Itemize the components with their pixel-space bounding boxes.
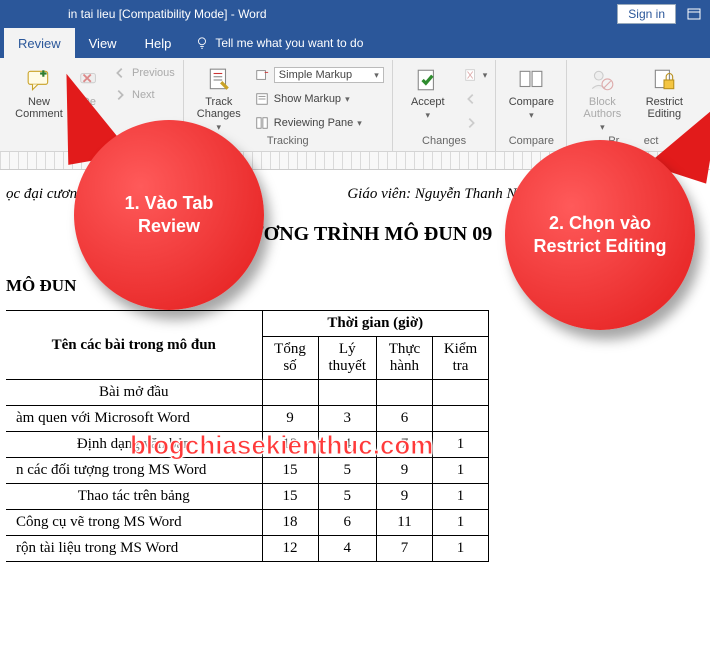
next-change-button[interactable] — [461, 112, 490, 134]
table-row: àm quen với Microsoft Word936 — [6, 406, 488, 432]
content-table: Tên các bài trong mô đun Thời gian (giờ)… — [6, 310, 489, 562]
annotation-callout-2: 2. Chọn vào Restrict Editing — [505, 140, 695, 330]
previous-change-icon — [463, 91, 479, 107]
previous-change-button[interactable] — [461, 88, 490, 110]
reject-button[interactable]: ▾ — [461, 64, 490, 86]
doc-header-right: Giáo viên: Nguyễn Thanh Ng — [347, 186, 524, 203]
tell-me-search[interactable]: Tell me what you want to do — [185, 28, 373, 58]
chevron-down-icon: ▾ — [426, 110, 431, 121]
chevron-down-icon: ▾ — [357, 118, 362, 129]
tab-help[interactable]: Help — [131, 28, 186, 58]
chevron-down-icon: ▾ — [529, 110, 534, 121]
next-change-icon — [463, 115, 479, 131]
table-row: Thao tác trên bảng15591 — [6, 484, 488, 510]
chevron-down-icon: ▾ — [217, 122, 222, 133]
block-authors-icon — [588, 66, 616, 94]
show-markup-button[interactable]: Show Markup ▾ — [252, 88, 386, 110]
reject-icon — [463, 67, 479, 83]
markup-mode-select[interactable]: Simple Markup▾ — [252, 64, 386, 86]
doc-header-left: ọc đại cương — [6, 186, 85, 203]
group-label-compare: Compare — [502, 135, 560, 149]
group-compare: Compare ▾ Compare — [496, 60, 567, 151]
compare-button[interactable]: Compare ▾ — [502, 62, 560, 121]
track-changes-icon — [205, 66, 233, 94]
show-markup-icon — [254, 91, 270, 107]
th-theory: Lý thuyết — [318, 337, 376, 380]
chevron-down-icon: ▾ — [374, 70, 379, 81]
sign-in-button[interactable]: Sign in — [617, 4, 676, 24]
chevron-down-icon: ▾ — [345, 94, 350, 105]
group-changes: Accept ▾ ▾ Changes — [393, 60, 497, 151]
tab-view[interactable]: View — [75, 28, 131, 58]
th-total: Tổng số — [262, 337, 318, 380]
new-comment-label: New Comment — [15, 96, 63, 120]
reviewing-pane-button[interactable]: Reviewing Pane ▾ — [252, 112, 386, 134]
annotation-callout-1: 1. Vào Tab Review — [74, 120, 264, 310]
track-changes-button[interactable]: Track Changes ▾ — [190, 62, 248, 133]
accept-button[interactable]: Accept ▾ — [399, 62, 457, 121]
table-row: Bài mở đầu — [6, 380, 488, 406]
chevron-down-icon: ▾ — [600, 122, 605, 133]
window-title: in tai lieu [Compatibility Mode] - Word — [68, 7, 267, 21]
table-row: Định dạng văn bản12471 — [6, 432, 488, 458]
group-label-changes: Changes — [399, 135, 490, 149]
ribbon-options-icon[interactable] — [686, 6, 702, 22]
th-time: Thời gian (giờ) — [262, 311, 488, 337]
compare-icon — [517, 66, 545, 94]
table-row: rộn tài liệu trong MS Word12471 — [6, 536, 488, 562]
th-name: Tên các bài trong mô đun — [6, 311, 262, 380]
block-authors-button[interactable]: Block Authors ▾ — [573, 62, 631, 133]
th-test: Kiểm tra — [432, 337, 488, 380]
markup-icon — [254, 67, 270, 83]
th-practice: Thực hành — [376, 337, 432, 380]
tab-review[interactable]: Review — [4, 28, 75, 58]
table-row: n các đối tượng trong MS Word15591 — [6, 458, 488, 484]
accept-icon — [414, 66, 442, 94]
title-bar: in tai lieu [Compatibility Mode] - Word … — [0, 0, 710, 28]
table-row: Công cụ vẽ trong MS Word186111 — [6, 510, 488, 536]
ribbon-tab-bar: Review View Help Tell me what you want t… — [0, 28, 710, 58]
comment-new-icon — [25, 66, 53, 94]
reviewing-pane-icon — [254, 115, 270, 131]
lightbulb-icon — [195, 36, 209, 50]
previous-comment-button[interactable]: Previous — [110, 62, 177, 84]
